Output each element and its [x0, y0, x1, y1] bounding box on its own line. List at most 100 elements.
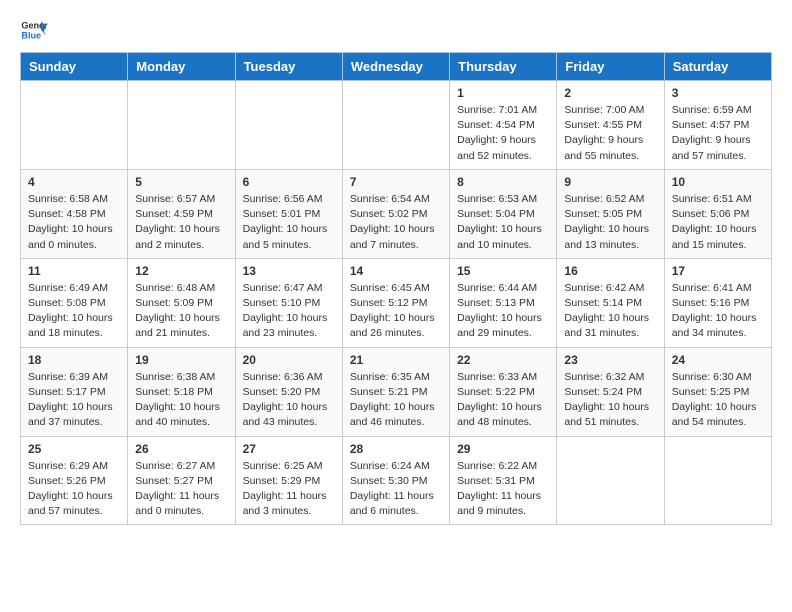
day-info: Sunrise: 6:44 AMSunset: 5:13 PMDaylight:…: [457, 281, 549, 342]
calendar-cell: 25 Sunrise: 6:29 AMSunset: 5:26 PMDayligh…: [21, 436, 128, 525]
day-info: Sunrise: 6:22 AMSunset: 5:31 PMDaylight:…: [457, 459, 549, 520]
calendar-cell: 4 Sunrise: 6:58 AMSunset: 4:58 PMDaylight…: [21, 169, 128, 258]
calendar-week-4: 18 Sunrise: 6:39 AMSunset: 5:17 PMDayligh…: [21, 347, 772, 436]
calendar-cell: 6 Sunrise: 6:56 AMSunset: 5:01 PMDaylight…: [235, 169, 342, 258]
day-number: 18: [28, 353, 120, 367]
calendar-cell: 23 Sunrise: 6:32 AMSunset: 5:24 PMDayligh…: [557, 347, 664, 436]
day-number: 6: [243, 175, 335, 189]
calendar-cell: [21, 81, 128, 170]
calendar-cell: 15 Sunrise: 6:44 AMSunset: 5:13 PMDayligh…: [450, 258, 557, 347]
day-info: Sunrise: 6:33 AMSunset: 5:22 PMDaylight:…: [457, 370, 549, 431]
day-info: Sunrise: 6:24 AMSunset: 5:30 PMDaylight:…: [350, 459, 442, 520]
day-info: Sunrise: 6:32 AMSunset: 5:24 PMDaylight:…: [564, 370, 656, 431]
calendar-header-monday: Monday: [128, 53, 235, 81]
day-number: 26: [135, 442, 227, 456]
calendar-cell: 12 Sunrise: 6:48 AMSunset: 5:09 PMDayligh…: [128, 258, 235, 347]
calendar-header-thursday: Thursday: [450, 53, 557, 81]
day-number: 14: [350, 264, 442, 278]
day-info: Sunrise: 6:52 AMSunset: 5:05 PMDaylight:…: [564, 192, 656, 253]
day-info: Sunrise: 6:49 AMSunset: 5:08 PMDaylight:…: [28, 281, 120, 342]
calendar: SundayMondayTuesdayWednesdayThursdayFrid…: [20, 52, 772, 525]
calendar-cell: 14Sunrise: 6:45 AMSunset: 5:12 PMDayligh…: [342, 258, 449, 347]
calendar-cell: 2Sunrise: 7:00 AMSunset: 4:55 PMDaylight…: [557, 81, 664, 170]
day-number: 16: [564, 264, 656, 278]
day-info: Sunrise: 6:42 AMSunset: 5:14 PMDaylight:…: [564, 281, 656, 342]
calendar-header-tuesday: Tuesday: [235, 53, 342, 81]
calendar-cell: 1Sunrise: 7:01 AMSunset: 4:54 PMDaylight…: [450, 81, 557, 170]
calendar-cell: 21Sunrise: 6:35 AMSunset: 5:21 PMDayligh…: [342, 347, 449, 436]
day-info: Sunrise: 7:00 AMSunset: 4:55 PMDaylight:…: [564, 103, 656, 164]
day-number: 25: [28, 442, 120, 456]
calendar-cell: 11 Sunrise: 6:49 AMSunset: 5:08 PMDayligh…: [21, 258, 128, 347]
day-number: 3: [672, 86, 764, 100]
day-number: 11: [28, 264, 120, 278]
calendar-cell: 26 Sunrise: 6:27 AMSunset: 5:27 PMDayligh…: [128, 436, 235, 525]
day-info: Sunrise: 6:53 AMSunset: 5:04 PMDaylight:…: [457, 192, 549, 253]
day-number: 15: [457, 264, 549, 278]
calendar-week-2: 4 Sunrise: 6:58 AMSunset: 4:58 PMDaylight…: [21, 169, 772, 258]
calendar-cell: 27 Sunrise: 6:25 AMSunset: 5:29 PMDayligh…: [235, 436, 342, 525]
calendar-cell: [235, 81, 342, 170]
day-info: Sunrise: 6:36 AMSunset: 5:20 PMDaylight:…: [243, 370, 335, 431]
header: General Blue: [20, 16, 772, 44]
day-number: 7: [350, 175, 442, 189]
calendar-cell: 3 Sunrise: 6:59 AMSunset: 4:57 PMDaylight…: [664, 81, 771, 170]
calendar-header-sunday: Sunday: [21, 53, 128, 81]
day-info: Sunrise: 6:47 AMSunset: 5:10 PMDaylight:…: [243, 281, 335, 342]
calendar-cell: 18 Sunrise: 6:39 AMSunset: 5:17 PMDayligh…: [21, 347, 128, 436]
calendar-header-friday: Friday: [557, 53, 664, 81]
day-number: 19: [135, 353, 227, 367]
calendar-week-1: 1Sunrise: 7:01 AMSunset: 4:54 PMDaylight…: [21, 81, 772, 170]
day-number: 8: [457, 175, 549, 189]
calendar-cell: 17 Sunrise: 6:41 AMSunset: 5:16 PMDayligh…: [664, 258, 771, 347]
day-number: 13: [243, 264, 335, 278]
calendar-cell: 7Sunrise: 6:54 AMSunset: 5:02 PMDaylight…: [342, 169, 449, 258]
calendar-header-saturday: Saturday: [664, 53, 771, 81]
calendar-cell: [557, 436, 664, 525]
day-info: Sunrise: 6:29 AMSunset: 5:26 PMDaylight:…: [28, 459, 120, 520]
day-info: Sunrise: 6:59 AMSunset: 4:57 PMDaylight:…: [672, 103, 764, 164]
day-number: 17: [672, 264, 764, 278]
day-number: 12: [135, 264, 227, 278]
day-number: 24: [672, 353, 764, 367]
day-info: Sunrise: 7:01 AMSunset: 4:54 PMDaylight:…: [457, 103, 549, 164]
calendar-week-3: 11 Sunrise: 6:49 AMSunset: 5:08 PMDayligh…: [21, 258, 772, 347]
day-number: 27: [243, 442, 335, 456]
day-info: Sunrise: 6:41 AMSunset: 5:16 PMDaylight:…: [672, 281, 764, 342]
calendar-cell: 16 Sunrise: 6:42 AMSunset: 5:14 PMDayligh…: [557, 258, 664, 347]
day-number: 9: [564, 175, 656, 189]
calendar-cell: 5Sunrise: 6:57 AMSunset: 4:59 PMDaylight…: [128, 169, 235, 258]
calendar-header-wednesday: Wednesday: [342, 53, 449, 81]
day-number: 10: [672, 175, 764, 189]
day-number: 5: [135, 175, 227, 189]
calendar-cell: [664, 436, 771, 525]
calendar-cell: 9 Sunrise: 6:52 AMSunset: 5:05 PMDaylight…: [557, 169, 664, 258]
logo-icon: General Blue: [20, 16, 48, 44]
calendar-cell: 10 Sunrise: 6:51 AMSunset: 5:06 PMDayligh…: [664, 169, 771, 258]
day-info: Sunrise: 6:51 AMSunset: 5:06 PMDaylight:…: [672, 192, 764, 253]
day-info: Sunrise: 6:35 AMSunset: 5:21 PMDaylight:…: [350, 370, 442, 431]
day-info: Sunrise: 6:39 AMSunset: 5:17 PMDaylight:…: [28, 370, 120, 431]
day-info: Sunrise: 6:56 AMSunset: 5:01 PMDaylight:…: [243, 192, 335, 253]
calendar-cell: 8 Sunrise: 6:53 AMSunset: 5:04 PMDaylight…: [450, 169, 557, 258]
calendar-cell: 20Sunrise: 6:36 AMSunset: 5:20 PMDayligh…: [235, 347, 342, 436]
day-info: Sunrise: 6:30 AMSunset: 5:25 PMDaylight:…: [672, 370, 764, 431]
calendar-cell: 19 Sunrise: 6:38 AMSunset: 5:18 PMDayligh…: [128, 347, 235, 436]
day-info: Sunrise: 6:25 AMSunset: 5:29 PMDaylight:…: [243, 459, 335, 520]
day-info: Sunrise: 6:58 AMSunset: 4:58 PMDaylight:…: [28, 192, 120, 253]
day-number: 29: [457, 442, 549, 456]
logo: General Blue: [20, 16, 52, 44]
calendar-cell: 29 Sunrise: 6:22 AMSunset: 5:31 PMDayligh…: [450, 436, 557, 525]
day-number: 28: [350, 442, 442, 456]
day-info: Sunrise: 6:38 AMSunset: 5:18 PMDaylight:…: [135, 370, 227, 431]
day-number: 4: [28, 175, 120, 189]
day-info: Sunrise: 6:48 AMSunset: 5:09 PMDaylight:…: [135, 281, 227, 342]
day-info: Sunrise: 6:27 AMSunset: 5:27 PMDaylight:…: [135, 459, 227, 520]
calendar-cell: 24 Sunrise: 6:30 AMSunset: 5:25 PMDayligh…: [664, 347, 771, 436]
calendar-week-5: 25 Sunrise: 6:29 AMSunset: 5:26 PMDayligh…: [21, 436, 772, 525]
calendar-cell: [128, 81, 235, 170]
day-number: 23: [564, 353, 656, 367]
calendar-cell: 28 Sunrise: 6:24 AMSunset: 5:30 PMDayligh…: [342, 436, 449, 525]
calendar-cell: [342, 81, 449, 170]
svg-text:Blue: Blue: [21, 30, 41, 40]
